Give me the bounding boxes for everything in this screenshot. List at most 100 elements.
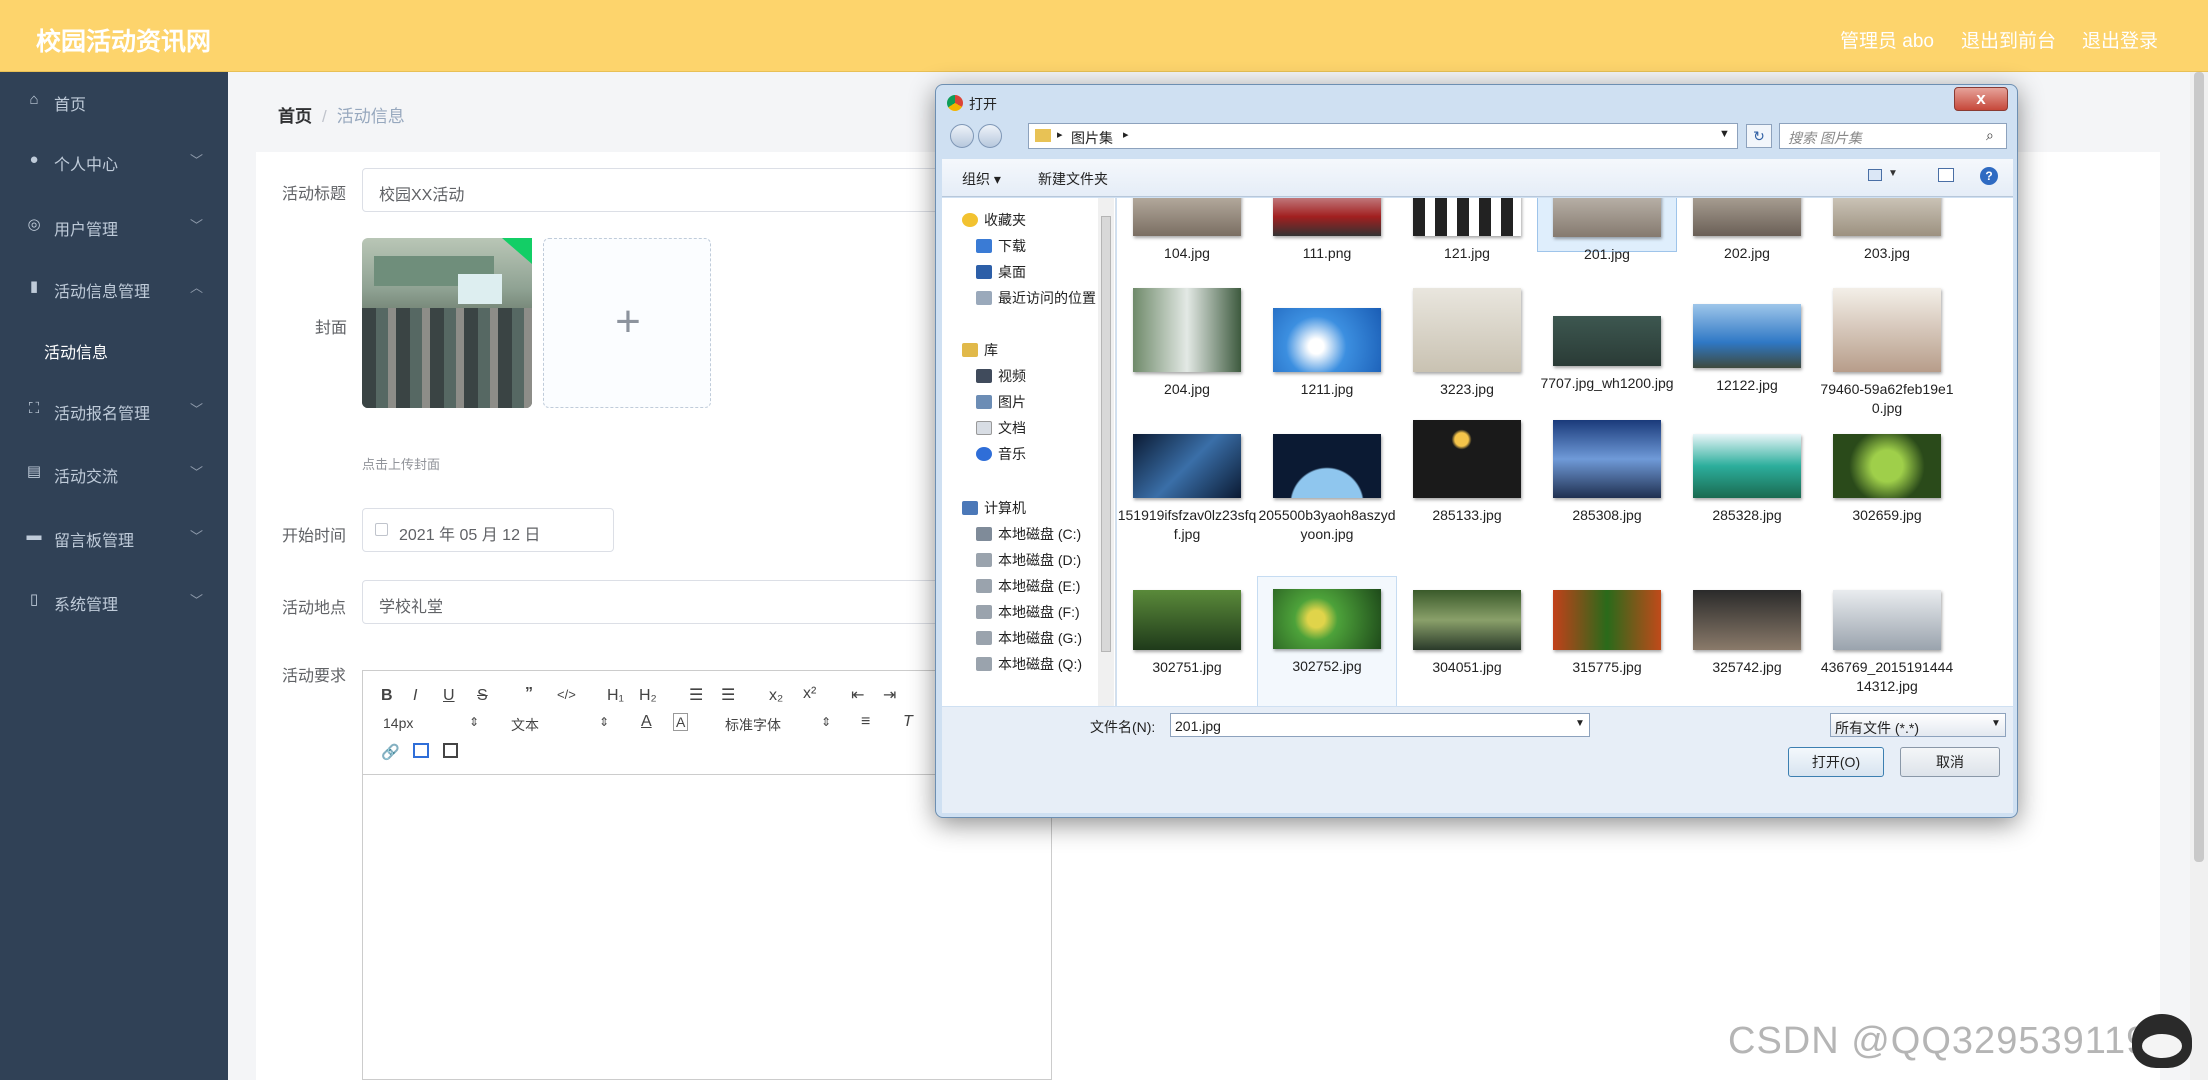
open-button[interactable]: 打开(O) <box>1788 747 1884 777</box>
file-item[interactable]: 205500b3yaoh8aszydyoon.jpg <box>1257 434 1397 544</box>
new-folder-button[interactable]: 新建文件夹 <box>1038 169 1108 189</box>
nav-favorites[interactable]: 收藏夹 <box>962 210 1026 230</box>
upload-cover-button[interactable]: + <box>543 238 711 408</box>
file-item[interactable]: 325742.jpg <box>1677 590 1817 677</box>
organize-menu[interactable]: 组织 ▾ <box>962 169 1001 189</box>
refresh-icon[interactable]: ↻ <box>1746 124 1772 148</box>
indent-icon[interactable]: ⇥ <box>883 685 896 705</box>
nav-recent-places[interactable]: 最近访问的位置 <box>976 288 1096 308</box>
search-input[interactable]: 搜索 图片集 ⌕ <box>1779 123 2007 149</box>
sidebar-item-activity-info[interactable]: 活动信息 <box>0 320 228 380</box>
help-icon[interactable]: ? <box>1980 167 1998 185</box>
text-style-select[interactable]: 文本 <box>511 715 539 735</box>
title-input[interactable]: 校园XX活动 <box>362 168 942 212</box>
sidebar-item-activity-exchange[interactable]: ▤ 活动交流 ﹀ <box>0 444 228 504</box>
page-scrollbar[interactable] <box>2190 72 2208 1080</box>
file-item[interactable]: 79460-59a62feb19e10.jpg <box>1817 288 1957 418</box>
search-icon[interactable]: ⌕ <box>1986 127 1994 144</box>
scroll-thumb[interactable] <box>1101 216 1111 652</box>
background-color-icon[interactable]: A <box>673 713 689 731</box>
file-item[interactable]: 315775.jpg <box>1537 590 1677 677</box>
start-date-picker[interactable]: 2021 年 05 月 12 日 <box>362 508 614 552</box>
file-item[interactable]: 285133.jpg <box>1397 420 1537 525</box>
nav-disk-e[interactable]: 本地磁盘 (E:) <box>976 576 1080 596</box>
filename-input[interactable]: 201.jpg ▼ <box>1170 713 1590 737</box>
preview-pane-icon[interactable] <box>1938 168 1954 182</box>
sidebar-item-personal-center[interactable]: ● 个人中心 ﹀ <box>0 132 228 192</box>
file-item[interactable]: 204.jpg <box>1117 288 1257 399</box>
logout-link[interactable]: 退出登录 <box>2082 26 2158 53</box>
heading1-icon[interactable]: H₁ <box>607 687 624 705</box>
sidebar-item-system-management[interactable]: ▯ 系统管理 ﹀ <box>0 572 228 632</box>
cancel-button[interactable]: 取消 <box>1900 747 2000 777</box>
sidebar-item-user-management[interactable]: ◎ 用户管理 ﹀ <box>0 197 228 257</box>
bold-icon[interactable]: B <box>381 687 393 705</box>
font-size-select[interactable]: 14px <box>383 715 413 731</box>
nav-pictures[interactable]: 图片 <box>976 392 1026 412</box>
code-icon[interactable]: </> <box>557 687 576 702</box>
file-item[interactable]: 151919ifsfzav0lz23sfqf.jpg <box>1117 434 1257 544</box>
chevron-down-icon[interactable]: ▼ <box>1888 168 1898 179</box>
sidebar-item-message-board[interactable]: ▬ 留言板管理 ﹀ <box>0 508 228 568</box>
clear-format-icon[interactable]: T <box>903 713 913 731</box>
nav-libraries[interactable]: 库 <box>962 340 998 360</box>
italic-icon[interactable]: I <box>413 687 417 705</box>
file-item[interactable]: 436769_201519144414312.jpg <box>1817 590 1957 696</box>
file-item[interactable]: 111.png <box>1257 198 1397 263</box>
nav-disk-f[interactable]: 本地磁盘 (F:) <box>976 602 1080 622</box>
file-item[interactable]: 304051.jpg <box>1397 590 1537 677</box>
address-folder[interactable]: 图片集 <box>1071 128 1113 148</box>
image-icon[interactable] <box>413 743 429 758</box>
sidebar-item-registration-management[interactable]: ⛶ 活动报名管理 ﹀ <box>0 381 228 441</box>
dialog-close-button[interactable]: x <box>1954 87 2008 111</box>
underline-icon[interactable]: U <box>443 687 455 705</box>
sidebar-item-activity-info-management[interactable]: ▮ 活动信息管理 ︿ <box>0 259 228 319</box>
heading2-icon[interactable]: H₂ <box>639 687 657 705</box>
nav-documents[interactable]: 文档 <box>976 418 1026 438</box>
nav-computer[interactable]: 计算机 <box>962 498 1026 518</box>
file-item[interactable]: 203.jpg <box>1817 198 1957 263</box>
outdent-icon[interactable]: ⇤ <box>851 685 864 705</box>
ordered-list-icon[interactable]: ☰ <box>689 685 703 705</box>
link-icon[interactable]: 🔗 <box>381 743 400 761</box>
nav-disk-c[interactable]: 本地磁盘 (C:) <box>976 524 1081 544</box>
file-item[interactable]: 104.jpg <box>1117 198 1257 263</box>
nav-videos[interactable]: 视频 <box>976 366 1026 386</box>
nav-scrollbar[interactable] <box>1098 198 1114 706</box>
subscript-icon[interactable]: x₂ <box>769 687 783 705</box>
nav-disk-q[interactable]: 本地磁盘 (Q:) <box>976 654 1082 674</box>
breadcrumb-home[interactable]: 首页 <box>278 107 312 126</box>
file-type-select[interactable]: 所有文件 (*.*) ▼ <box>1830 713 2006 737</box>
back-button[interactable] <box>950 124 974 148</box>
address-bar[interactable]: ▸ 图片集 ▸ ▼ <box>1028 123 1738 149</box>
chevron-down-icon[interactable]: ▼ <box>1575 718 1585 729</box>
bullet-list-icon[interactable]: ☰ <box>721 685 735 705</box>
nav-disk-g[interactable]: 本地磁盘 (G:) <box>976 628 1082 648</box>
file-item[interactable]: 12122.jpg <box>1677 304 1817 395</box>
quote-icon[interactable]: ” <box>525 685 533 703</box>
nav-music[interactable]: 音乐 <box>976 444 1026 464</box>
file-item[interactable]: 3223.jpg <box>1397 288 1537 399</box>
cover-image[interactable] <box>362 238 532 408</box>
view-icon[interactable] <box>1868 169 1882 181</box>
text-color-icon[interactable]: A <box>641 713 652 731</box>
superscript-icon[interactable]: x² <box>803 685 816 703</box>
file-item-selected[interactable]: 201.jpg <box>1537 198 1677 262</box>
nav-disk-d[interactable]: 本地磁盘 (D:) <box>976 550 1081 570</box>
nav-downloads[interactable]: 下载 <box>976 236 1026 256</box>
video-icon[interactable] <box>443 743 458 758</box>
nav-desktop[interactable]: 桌面 <box>976 262 1026 282</box>
file-item-hovered[interactable]: 302752.jpg <box>1257 576 1397 706</box>
file-item[interactable]: 285328.jpg <box>1677 434 1817 525</box>
file-item[interactable]: 7707.jpg_wh1200.jpg <box>1537 316 1677 393</box>
dropdown-arrow-icon[interactable]: ▼ <box>1719 128 1730 140</box>
file-item[interactable]: 302751.jpg <box>1117 590 1257 677</box>
file-item[interactable]: 1211.jpg <box>1257 308 1397 399</box>
location-input[interactable]: 学校礼堂 <box>362 580 942 624</box>
file-item[interactable]: 302659.jpg <box>1817 434 1957 525</box>
font-family-select[interactable]: 标准字体 <box>725 715 781 735</box>
align-icon[interactable]: ≡ <box>861 713 870 731</box>
file-item[interactable]: 202.jpg <box>1677 198 1817 263</box>
file-item[interactable]: 285308.jpg <box>1537 420 1677 525</box>
forward-button[interactable] <box>978 124 1002 148</box>
